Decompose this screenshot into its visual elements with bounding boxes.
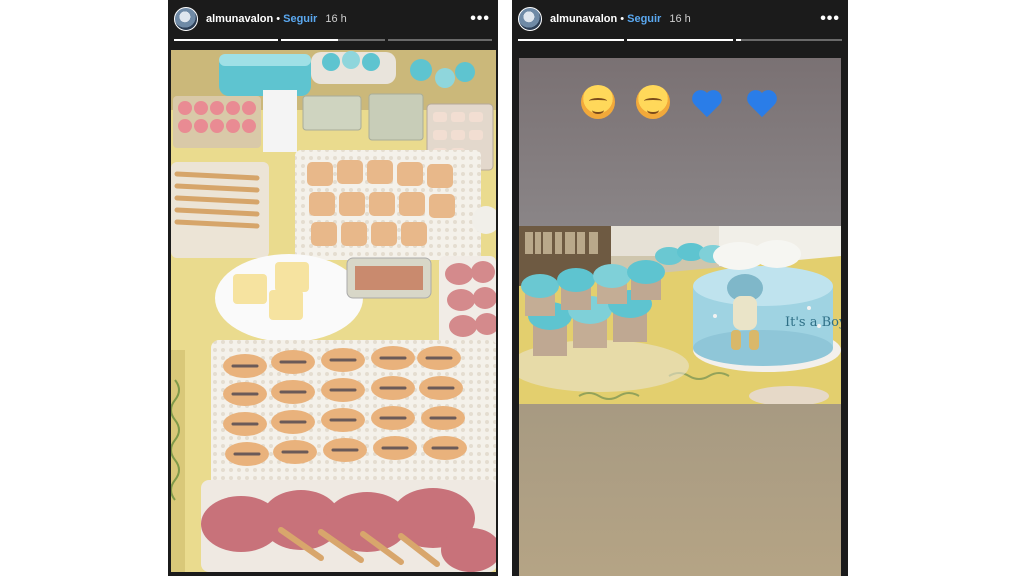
progress-segment: [388, 39, 492, 41]
follow-button[interactable]: Seguir: [627, 13, 661, 25]
progress-segment: [174, 39, 278, 41]
story-background-bottom: [519, 404, 841, 576]
separator-dot: •: [276, 13, 281, 25]
smiling-face-icon: [635, 85, 670, 120]
avatar[interactable]: [518, 7, 542, 31]
story-photo-cake: It's a Boy: [519, 226, 841, 404]
story-progress: [518, 39, 842, 41]
emoji-sticker-row: [512, 84, 848, 120]
avatar[interactable]: [174, 7, 198, 31]
timestamp: 16 h: [325, 13, 347, 25]
progress-segment: [281, 39, 385, 41]
username[interactable]: almunavalon: [206, 13, 273, 25]
username[interactable]: almunavalon: [550, 13, 617, 25]
follow-button[interactable]: Seguir: [283, 13, 317, 25]
smiling-face-icon: [581, 85, 616, 120]
story-progress: [174, 39, 492, 41]
more-options-icon[interactable]: •••: [470, 11, 490, 27]
story-photo-party-table: [171, 50, 496, 572]
progress-segment: [518, 39, 624, 41]
party-table-illustration: [171, 50, 496, 572]
story-header: almunavalon • Seguir 16 h •••: [174, 6, 490, 32]
blue-heart-icon: [745, 85, 779, 119]
progress-segment: [627, 39, 733, 41]
story-left[interactable]: almunavalon • Seguir 16 h •••: [168, 0, 498, 576]
progress-segment: [736, 39, 842, 41]
story-right[interactable]: almunavalon • Seguir 16 h ••• It's a Boy: [512, 0, 848, 576]
cake-illustration: It's a Boy: [519, 226, 841, 404]
timestamp: 16 h: [669, 13, 691, 25]
story-header: almunavalon • Seguir 16 h •••: [518, 6, 840, 32]
more-options-icon[interactable]: •••: [820, 11, 840, 27]
stage: almunavalon • Seguir 16 h ••• almunavalo…: [0, 0, 1024, 576]
separator-dot: •: [620, 13, 625, 25]
blue-heart-icon: [690, 85, 724, 119]
cake-lettering: It's a Boy: [785, 315, 841, 330]
